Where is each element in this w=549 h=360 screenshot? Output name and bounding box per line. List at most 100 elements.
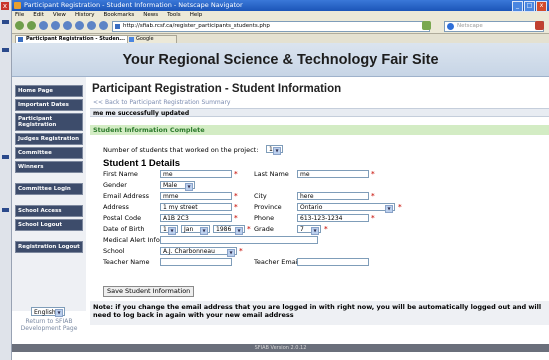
search-placeholder: Netscape: [457, 23, 483, 29]
required-marker: *: [239, 247, 243, 255]
save-button[interactable]: Save Student Information: [103, 286, 195, 297]
url-input[interactable]: http://sfiab.rcsf.ca/register_participan…: [112, 21, 430, 32]
background-window-block: [2, 48, 9, 52]
province-select[interactable]: Ontario ▼: [297, 203, 395, 213]
required-marker: *: [371, 214, 375, 222]
window-title: Participant Registration - Student Infor…: [24, 1, 243, 9]
maximize-button[interactable]: □: [524, 1, 535, 12]
teacher-email-label: Teacher Email: [254, 258, 300, 266]
tab-label: Google: [136, 36, 154, 42]
school-label: School: [103, 247, 125, 255]
phone-label: Phone: [254, 214, 275, 222]
back-to-summary-link[interactable]: << Back to Participant Registration Summ…: [93, 99, 230, 106]
medical-alert-label: Medical Alert Info: [103, 236, 160, 244]
menu-tools[interactable]: Tools: [167, 11, 181, 19]
development-page-link[interactable]: Return to SFIAB Development Page: [15, 318, 83, 332]
dob-year-select[interactable]: 1986 ▼: [213, 225, 245, 235]
search-icon[interactable]: [535, 21, 544, 30]
grade-label: Grade: [254, 225, 274, 233]
required-marker: *: [234, 214, 238, 222]
city-field[interactable]: here: [297, 192, 369, 200]
last-name-field[interactable]: me: [297, 170, 369, 178]
chevron-down-icon: ▼: [200, 227, 208, 235]
required-marker: *: [324, 225, 328, 233]
required-marker: *: [371, 170, 375, 178]
menu-news[interactable]: News: [143, 11, 158, 19]
postal-code-field[interactable]: A1B 2C3: [160, 214, 232, 222]
menu-history[interactable]: History: [75, 11, 95, 19]
email-field[interactable]: mme: [160, 192, 232, 200]
sidebar-item-important-dates[interactable]: Important Dates: [15, 99, 83, 111]
close-button[interactable]: x: [536, 1, 547, 12]
dob-month-select[interactable]: Jan ▼: [181, 225, 210, 235]
grade-value: 7: [300, 226, 304, 233]
province-label: Province: [254, 203, 282, 211]
num-students-select[interactable]: 1 ▼: [266, 145, 283, 155]
language-select[interactable]: English ▼: [31, 307, 65, 317]
sidebar-item-judges-registration[interactable]: Judges Registration: [15, 133, 83, 145]
num-students-label: Number of students that worked on the pr…: [103, 146, 259, 154]
required-marker: *: [234, 170, 238, 178]
tab-favicon-icon: [129, 37, 134, 42]
background-close-icon[interactable]: x: [1, 2, 9, 10]
required-marker: *: [398, 203, 402, 211]
tools-icon[interactable]: [99, 21, 108, 30]
tab-label: Participant Registration - Studen...: [26, 36, 125, 42]
dob-day-value: 1: [163, 226, 167, 233]
minimize-button[interactable]: _: [512, 1, 523, 12]
tab-participant-registration[interactable]: Participant Registration - Studen...: [15, 35, 135, 43]
go-button[interactable]: [422, 21, 431, 30]
url-text: http://sfiab.rcsf.ca/register_participan…: [123, 23, 270, 29]
netscape-icon: [14, 2, 21, 9]
gender-select[interactable]: Male ▼: [160, 181, 195, 191]
sidebar-item-home[interactable]: Home Page: [15, 85, 83, 97]
gender-value: Male: [163, 182, 178, 189]
stop-icon[interactable]: [51, 21, 60, 30]
chevron-down-icon: ▼: [311, 227, 319, 235]
tab-favicon-icon: [18, 37, 23, 42]
grade-select[interactable]: 7 ▼: [297, 225, 321, 235]
teacher-name-field[interactable]: [160, 258, 232, 266]
chevron-down-icon: ▼: [168, 227, 176, 235]
sidebar-item-participant-registration[interactable]: Participant Registration: [15, 113, 83, 131]
menu-bookmarks[interactable]: Bookmarks: [104, 11, 135, 19]
search-engine-icon: [447, 23, 454, 30]
search-input[interactable]: Netscape: [444, 21, 544, 32]
postal-code-label: Postal Code: [103, 214, 142, 222]
teacher-email-field[interactable]: [297, 258, 369, 266]
status-message: me me successfully updated: [90, 108, 549, 117]
window-titlebar: Participant Registration - Student Infor…: [12, 0, 549, 12]
back-icon[interactable]: [15, 21, 24, 30]
page-content: Your Regional Science & Technology Fair …: [12, 43, 549, 360]
city-label: City: [254, 192, 267, 200]
sidebar-item-committee-login[interactable]: Committee Login: [15, 183, 83, 195]
required-marker: *: [234, 203, 238, 211]
chevron-down-icon: ▼: [55, 309, 63, 317]
menu-file[interactable]: File: [15, 11, 24, 19]
sidebar-item-winners[interactable]: Winners: [15, 161, 83, 173]
print-icon[interactable]: [87, 21, 96, 30]
school-select[interactable]: A.J. Charbonneau ▼: [160, 247, 237, 257]
tab-google[interactable]: Google: [127, 35, 177, 43]
first-name-field[interactable]: me: [160, 170, 232, 178]
school-value: A.J. Charbonneau: [163, 248, 215, 255]
sidebar-item-committee[interactable]: Committee: [15, 147, 83, 159]
bookmark-icon[interactable]: [75, 21, 84, 30]
sidebar-item-school-access[interactable]: School Access: [15, 205, 83, 217]
forward-icon[interactable]: [27, 21, 36, 30]
sidebar-item-registration-logout[interactable]: Registration Logout: [15, 241, 83, 253]
home-icon[interactable]: [63, 21, 72, 30]
phone-field[interactable]: 613-123-1234: [297, 214, 369, 222]
background-window-block: [2, 155, 9, 159]
reload-icon[interactable]: [39, 21, 48, 30]
menu-view[interactable]: View: [53, 11, 66, 19]
menu-help[interactable]: Help: [190, 11, 203, 19]
address-field[interactable]: 1 my street: [160, 203, 232, 211]
last-name-label: Last Name: [254, 170, 289, 178]
medical-alert-field[interactable]: [160, 236, 318, 244]
sidebar-item-school-logout[interactable]: School Logout: [15, 219, 83, 231]
student-heading: Student 1 Details: [103, 158, 181, 169]
language-value: English: [34, 309, 56, 316]
menu-edit[interactable]: Edit: [33, 11, 44, 19]
dob-day-select[interactable]: 1 ▼: [160, 225, 178, 235]
